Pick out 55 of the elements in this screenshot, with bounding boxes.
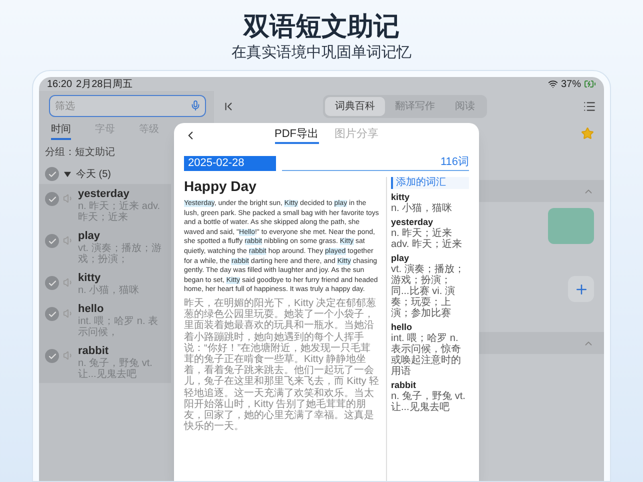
illustration-placeholder [548,208,594,244]
story-title: Happy Day [184,177,258,195]
word-row[interactable]: rabbit n. 兔子，野兔 vt. 让...见鬼去吧 [39,341,171,383]
word-row[interactable]: play vt. 演奏；播放；游戏；扮演； [39,226,171,268]
sort-tab[interactable]: 时间 [51,122,71,140]
vocab-definition: n. 兔子，野兔 vt. 让...见鬼去吧 [391,391,466,413]
word-definition: n. 昨天；近来 adv. 昨天；近来 [78,201,162,223]
vocab-word: play [391,253,410,264]
word-count: 116词 [440,155,469,170]
vocab-word: kitty [391,192,411,202]
microphone-icon[interactable] [190,100,201,111]
expand-caret-icon[interactable] [64,170,71,178]
speaker-icon[interactable] [63,235,74,246]
status-date: 2月28日周五 [76,78,133,92]
word-text: hello [78,302,105,316]
page-title: 双语短文助记 [244,10,400,42]
word-row[interactable]: yesterday n. 昨天；近来 adv. 昨天；近来 [39,184,171,226]
word-text: rabbit [78,344,110,358]
toolbar-tab[interactable]: 词典百科 [325,96,385,116]
vocab-definition: int. 喂；哈罗 n. 表示问候，惊奇或唤起注意时的用语 [391,333,462,377]
word-text: yesterday [78,187,130,200]
status-time: 16:20 [47,78,72,92]
add-button[interactable] [568,276,594,302]
group-label: 分组：短文助记 [44,146,116,160]
vocab-definition: n. 小猫，猫咪 [391,203,454,214]
vocab-word: hello [391,322,414,333]
wifi-icon [548,79,558,89]
word-definition: n. 小猫，猫咪 [78,285,140,296]
battery-icon [584,78,596,90]
list-icon[interactable] [583,100,596,112]
search-field[interactable]: 筛选 [49,95,206,117]
battery-percent: 37% [560,78,581,92]
word-definition: int. 喂；哈罗 n. 表示问候， [78,316,160,338]
word-row[interactable]: hello int. 喂；哈罗 n. 表示问候， [39,299,171,341]
group-title: 今天 (5) [76,168,111,182]
vocab-definition: vt. 演奏；播放；游戏；扮演；同...比赛 vi. 演奏；玩耍；上演；参加比赛 [391,264,466,319]
page-subtitle: 在真实语境中巩固单词记忆 [232,43,412,63]
word-definition: vt. 演奏；播放；游戏；扮演； [78,243,162,265]
word-definition: n. 兔子，野兔 vt. 让...见鬼去吧 [78,358,154,380]
speaker-icon[interactable] [63,193,74,204]
word-row[interactable]: kitty n. 小猫，猫咪 [39,268,171,299]
plus-icon [574,282,588,296]
dialog-tab[interactable]: PDF导出 [274,126,318,144]
word-text: kitty [78,271,102,284]
date-field[interactable]: 2025-02-28 [184,156,276,171]
speaker-icon[interactable] [63,277,74,288]
vocab-word: yesterday [391,217,434,228]
star-icon[interactable] [581,127,594,140]
speaker-icon[interactable] [63,308,74,319]
word-text: play [78,229,102,242]
vocab-word: rabbit [391,380,418,391]
speaker-icon[interactable] [63,350,74,361]
vocab-header: 添加的词汇 [391,177,469,189]
translation-paragraph: 昨天，在明媚的阳光下，Kitty 决定在郁郁葱葱的绿色公园里玩耍。她装了一个小袋子，里面装着她最喜欢的玩具和一瓶水。当她沿着小路蹦跳时，她向她遇到的每个人挥手说：“你好！”在池塘附近，她发现一只毛茸茸的兔子正在啃食一些草。Kitty 静静地坐着，看着兔子跳来跳去。他们一起玩了一会儿，兔子在这里和那里飞来飞去，而 Kitty 轻轻地追逐。这一天充满了欢笑和欢乐。当太阳开始落山时，Kitty 告别了她毛茸茸的朋友，回家了，她的心里充满了幸福。这真是快乐的一天。 [184,298,380,432]
vocab-definition: n. 昨天；近来 adv. 昨天；近来 [391,228,463,250]
